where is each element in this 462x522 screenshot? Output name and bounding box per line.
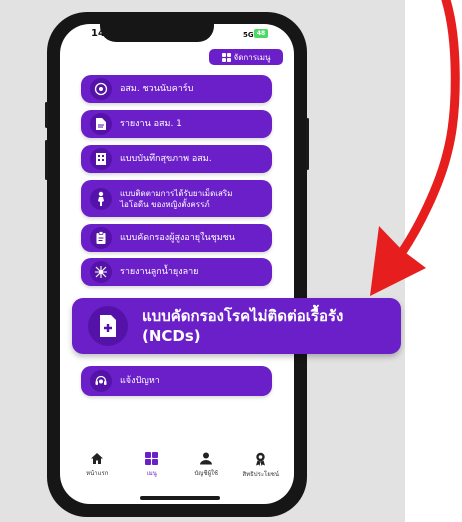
nav-label: บัญชีผู้ใช้ xyxy=(194,470,218,477)
user-icon xyxy=(200,452,213,465)
nav-item-account[interactable]: บัญชีผู้ใช้ xyxy=(180,452,232,478)
grid-icon xyxy=(145,452,159,465)
nav-item-home[interactable]: หน้าแรก xyxy=(71,452,123,478)
callout-arrow xyxy=(370,0,460,296)
phone-notch xyxy=(100,16,214,42)
bottom-navigation: หน้าแรก เมนู บัญชีผู้ใช้ สิทธิประโยชน์ xyxy=(70,452,288,490)
home-icon xyxy=(91,453,104,464)
nav-item-menu[interactable]: เมนู xyxy=(126,452,178,478)
nav-label: เมนู xyxy=(146,470,157,477)
nav-item-benefits[interactable]: สิทธิประโยชน์ xyxy=(235,452,287,479)
award-icon xyxy=(256,452,266,466)
nav-label: สิทธิประโยชน์ xyxy=(242,471,279,478)
nav-label: หน้าแรก xyxy=(86,470,109,477)
home-indicator xyxy=(140,496,220,500)
